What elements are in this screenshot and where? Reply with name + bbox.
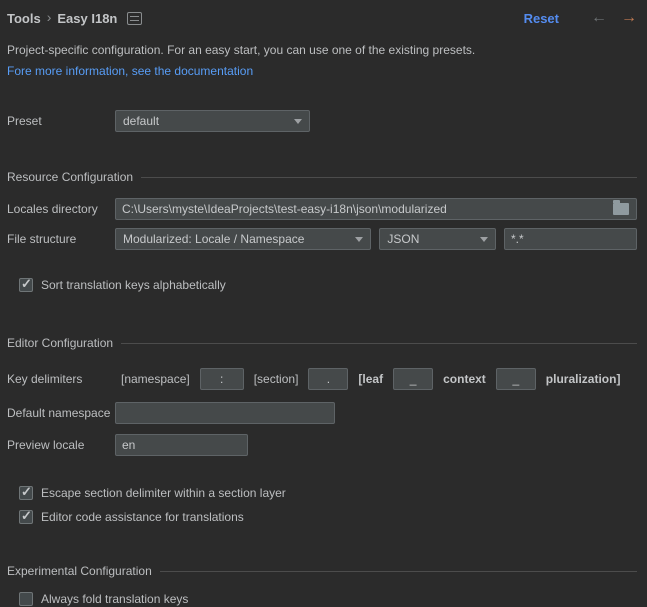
settings-header: Tools › Easy I18n Reset ← → xyxy=(7,8,637,28)
resource-section-header: Resource Configuration xyxy=(7,170,637,184)
checkbox-icon: ✓ xyxy=(19,510,33,524)
folder-icon xyxy=(613,203,629,215)
forward-arrow-icon[interactable]: → xyxy=(621,10,637,26)
escape-delimiter-checkbox[interactable]: ✓ Escape section delimiter within a sect… xyxy=(7,486,637,500)
section-divider xyxy=(160,571,637,572)
preset-row: Preset default xyxy=(7,110,637,132)
description-text: Project-specific configuration. For an e… xyxy=(7,43,637,57)
locales-directory-input[interactable] xyxy=(115,198,637,220)
chevron-down-icon xyxy=(480,237,488,242)
fold-keys-label: Always fold translation keys xyxy=(41,592,188,606)
key-delimiters-label: Key delimiters xyxy=(7,372,115,386)
checkbox-icon: ✓ xyxy=(19,592,33,606)
file-structure-dropdown[interactable]: Modularized: Locale / Namespace xyxy=(115,228,371,250)
easy-i18n-settings-page: Tools › Easy I18n Reset ← → Project-spec… xyxy=(0,0,647,607)
preset-value: default xyxy=(123,114,159,128)
leaf-delimiter-input[interactable] xyxy=(393,368,433,390)
checkbox-icon: ✓ xyxy=(19,278,33,292)
code-assistance-label: Editor code assistance for translations xyxy=(41,510,244,524)
experimental-section-header: Experimental Configuration xyxy=(7,564,637,578)
key-delimiters-row: Key delimiters [namespace] [section] [le… xyxy=(7,368,637,390)
experimental-section-title: Experimental Configuration xyxy=(7,564,152,578)
editor-section-title: Editor Configuration xyxy=(7,336,113,350)
preset-label: Preset xyxy=(7,114,115,128)
namespace-delimiter-label: [namespace] xyxy=(121,372,190,386)
context-delimiter-input[interactable] xyxy=(496,368,536,390)
preview-locale-input[interactable] xyxy=(115,434,248,456)
file-structure-value: Modularized: Locale / Namespace xyxy=(123,232,304,246)
browse-folder-button[interactable] xyxy=(613,201,631,217)
sort-keys-label: Sort translation keys alphabetically xyxy=(41,278,226,292)
file-structure-row: File structure Modularized: Locale / Nam… xyxy=(7,228,637,250)
check-icon: ✓ xyxy=(21,276,32,292)
editor-section-header: Editor Configuration xyxy=(7,336,637,350)
locales-directory-label: Locales directory xyxy=(7,202,115,216)
section-divider xyxy=(121,343,637,344)
check-icon: ✓ xyxy=(21,508,32,524)
reset-link[interactable]: Reset xyxy=(524,11,559,26)
context-delimiter-label: context xyxy=(443,372,486,386)
easy-i18n-plugin-icon xyxy=(127,12,142,25)
section-delimiter-input[interactable] xyxy=(308,368,348,390)
breadcrumb-separator-icon: › xyxy=(47,9,52,25)
default-namespace-input[interactable] xyxy=(115,402,335,424)
file-structure-label: File structure xyxy=(7,232,115,246)
resource-section-title: Resource Configuration xyxy=(7,170,133,184)
file-pattern-input[interactable] xyxy=(504,228,637,250)
preview-locale-label: Preview locale xyxy=(7,438,115,452)
default-namespace-row: Default namespace xyxy=(7,402,637,424)
locales-directory-row: Locales directory xyxy=(7,198,637,220)
code-assistance-checkbox[interactable]: ✓ Editor code assistance for translation… xyxy=(7,510,637,524)
preset-dropdown[interactable]: default xyxy=(115,110,310,132)
chevron-down-icon xyxy=(355,237,363,242)
leaf-delimiter-label: [leaf xyxy=(358,372,383,386)
back-arrow-icon[interactable]: ← xyxy=(591,10,607,26)
breadcrumb: Tools › Easy I18n xyxy=(7,11,142,26)
documentation-link[interactable]: Fore more information, see the documenta… xyxy=(7,64,637,78)
breadcrumb-tools[interactable]: Tools xyxy=(7,11,41,26)
file-format-dropdown[interactable]: JSON xyxy=(379,228,496,250)
check-icon: ✓ xyxy=(21,484,32,500)
section-divider xyxy=(141,177,637,178)
breadcrumb-current: Easy I18n xyxy=(57,11,117,26)
preview-locale-row: Preview locale xyxy=(7,434,637,456)
sort-keys-checkbox[interactable]: ✓ Sort translation keys alphabetically xyxy=(7,278,637,292)
checkbox-icon: ✓ xyxy=(19,486,33,500)
pluralization-delimiter-label: pluralization] xyxy=(546,372,621,386)
chevron-down-icon xyxy=(294,119,302,124)
fold-keys-checkbox[interactable]: ✓ Always fold translation keys xyxy=(7,592,637,606)
section-delimiter-label: [section] xyxy=(254,372,299,386)
file-format-value: JSON xyxy=(387,232,419,246)
default-namespace-label: Default namespace xyxy=(7,406,115,420)
namespace-delimiter-input[interactable] xyxy=(200,368,244,390)
escape-delimiter-label: Escape section delimiter within a sectio… xyxy=(41,486,286,500)
